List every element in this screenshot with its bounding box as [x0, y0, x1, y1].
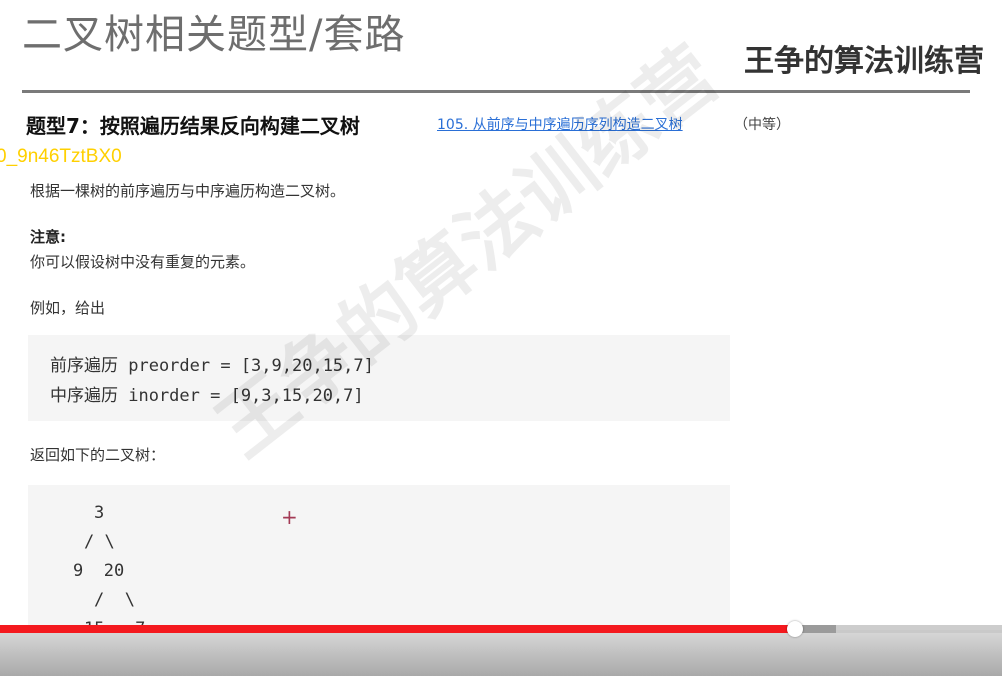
video-id-overlay: 0_9n46TztBX0 — [0, 146, 122, 167]
problem-description: 根据一棵树的前序遍历与中序遍历构造二叉树。 — [30, 182, 346, 200]
title-divider — [22, 90, 970, 93]
brand-label: 王争的算法训练营 — [744, 44, 984, 79]
progress-fill — [0, 625, 795, 633]
tree-line-branch: / \ — [84, 532, 115, 552]
tree-line-level2: 9 20 — [73, 561, 125, 581]
problem-link[interactable]: 105. 从前序与中序遍历序列构造二叉树 — [437, 114, 683, 134]
note-label: 注意: — [30, 228, 66, 246]
code-line-preorder: 前序遍历 preorder = [3,9,20,15,7] — [50, 356, 374, 376]
progress-thumb[interactable] — [786, 621, 803, 637]
tree-line-branch2: / \ — [94, 590, 135, 610]
result-intro: 返回如下的二叉树： — [30, 446, 166, 464]
slide-title: 二叉树相关题型/套路 — [22, 12, 406, 58]
code-line-inorder: 中序遍历 inorder = [9,3,15,20,7] — [50, 386, 364, 406]
player-controls-bar — [0, 630, 1002, 676]
tree-line-root: 3 — [94, 503, 105, 523]
note-text: 你可以假设树中没有重复的元素。 — [30, 253, 256, 271]
cursor-crosshair-icon: + — [281, 505, 298, 529]
example-code-block: 前序遍历 preorder = [3,9,20,15,7] 中序遍历 inord… — [28, 335, 730, 421]
difficulty-label: （中等） — [734, 117, 790, 133]
section-heading: 题型7：按照遍历结果反向构建二叉树 — [26, 114, 360, 138]
example-intro: 例如，给出 — [30, 299, 106, 317]
